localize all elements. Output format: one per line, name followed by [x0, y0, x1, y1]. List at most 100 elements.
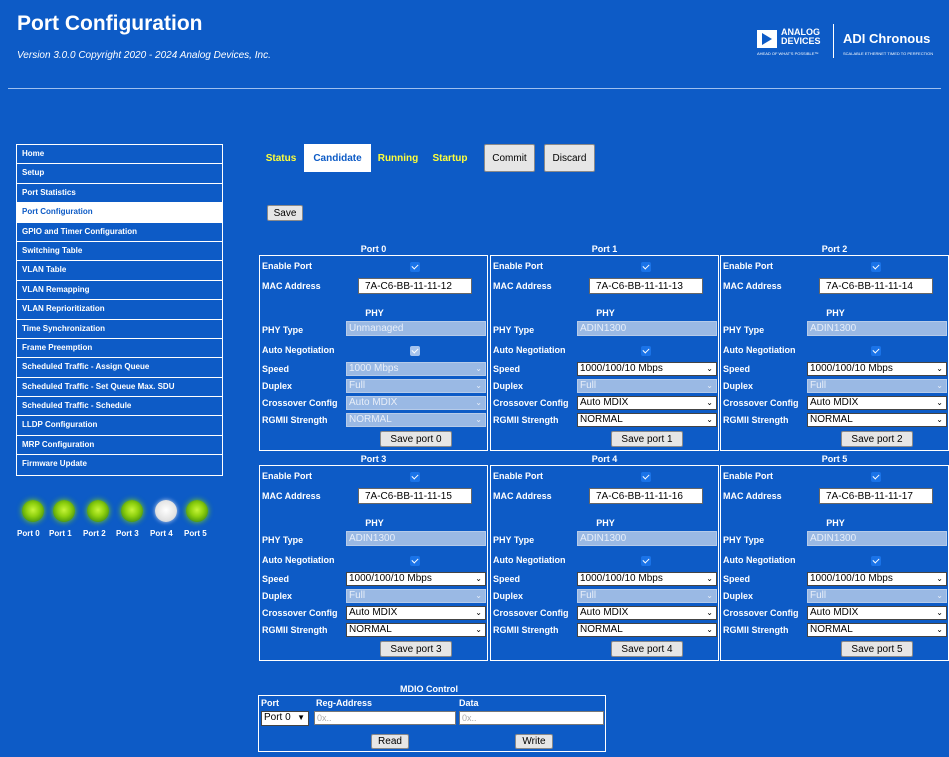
sidebar-item[interactable]: Port Statistics [17, 184, 222, 204]
mdio-control: Port Reg-Address Data Port 0 ▼ 0x.. 0x.. … [258, 695, 606, 752]
rgmii-select[interactable]: NORMAL ⌄ [346, 623, 486, 637]
commit-button[interactable]: Commit [484, 144, 535, 172]
tab-candidate[interactable]: Candidate [304, 144, 371, 172]
phy-type-field: ADIN1300 [577, 321, 717, 336]
auto-negotiation-checkbox[interactable] [871, 556, 881, 566]
tab-status[interactable]: Status [262, 144, 300, 172]
save-port-button[interactable]: Save port 3 [380, 641, 452, 657]
mac-address-input[interactable]: 7A-C6-BB-11-11-14 [819, 278, 933, 294]
speed-select[interactable]: 1000/100/10 Mbps ⌄ [346, 572, 486, 586]
crossover-select-value: Auto MDIX [580, 397, 629, 408]
enable-port-checkbox[interactable] [871, 472, 881, 482]
enable-port-checkbox[interactable] [871, 262, 881, 272]
crossover-select[interactable]: Auto MDIX ⌄ [577, 606, 717, 620]
mdio-read-button[interactable]: Read [371, 734, 409, 749]
mdio-reg-input[interactable]: 0x.. [314, 711, 456, 725]
sidebar-item[interactable]: Setup [17, 164, 222, 184]
page-title: Port Configuration [17, 12, 203, 35]
sidebar-item[interactable]: Firmware Update [17, 455, 222, 474]
mac-address-label: MAC Address [262, 491, 321, 501]
mdio-port-select[interactable]: Port 0 ▼ [261, 711, 309, 726]
rgmii-label: RGMII Strength [493, 625, 559, 635]
sidebar-item[interactable]: Switching Table [17, 242, 222, 262]
mac-address-input[interactable]: 7A-C6-BB-11-11-15 [358, 488, 472, 504]
mdio-write-button[interactable]: Write [515, 734, 553, 749]
mac-address-input[interactable]: 7A-C6-BB-11-11-12 [358, 278, 472, 294]
rgmii-select[interactable]: NORMAL ⌄ [577, 623, 717, 637]
auto-negotiation-checkbox[interactable] [871, 346, 881, 356]
speed-select[interactable]: 1000/100/10 Mbps ⌄ [807, 362, 947, 376]
enable-port-label: Enable Port [723, 471, 774, 481]
speed-select[interactable]: 1000/100/10 Mbps ⌄ [807, 572, 947, 586]
auto-negotiation-checkbox[interactable] [641, 346, 651, 356]
enable-port-label: Enable Port [493, 471, 544, 481]
chevron-down-icon: ⌄ [475, 415, 482, 424]
mac-address-input[interactable]: 7A-C6-BB-11-11-13 [589, 278, 703, 294]
rgmii-select[interactable]: NORMAL ⌄ [807, 413, 947, 427]
sidebar-item[interactable]: Scheduled Traffic - Assign Queue [17, 358, 222, 378]
duplex-select-value: Full [349, 590, 366, 601]
rgmii-label: RGMII Strength [493, 415, 559, 425]
speed-select[interactable]: 1000/100/10 Mbps ⌄ [577, 362, 717, 376]
crossover-select[interactable]: Auto MDIX ⌄ [807, 396, 947, 410]
phy-type-label: PHY Type [723, 535, 765, 545]
sidebar-item[interactable]: Frame Preemption [17, 339, 222, 359]
duplex-select-value: Full [810, 380, 827, 391]
mac-address-label: MAC Address [493, 491, 552, 501]
save-port-button[interactable]: Save port 4 [611, 641, 683, 657]
mac-address-input[interactable]: 7A-C6-BB-11-11-17 [819, 488, 933, 504]
tab-startup[interactable]: Startup [426, 144, 474, 172]
sidebar-item[interactable]: VLAN Table [17, 261, 222, 281]
crossover-select[interactable]: Auto MDIX ⌄ [807, 606, 947, 620]
enable-port-checkbox[interactable] [410, 262, 420, 272]
rgmii-select[interactable]: NORMAL ⌄ [577, 413, 717, 427]
auto-negotiation-label: Auto Negotiation [493, 555, 566, 565]
mac-address-label: MAC Address [723, 491, 782, 501]
crossover-label: Crossover Config [493, 608, 569, 618]
auto-negotiation-checkbox [410, 346, 420, 356]
auto-negotiation-label: Auto Negotiation [262, 345, 335, 355]
save-port-button[interactable]: Save port 2 [841, 431, 913, 447]
crossover-select: Auto MDIX ⌄ [346, 396, 486, 410]
speed-select[interactable]: 1000/100/10 Mbps ⌄ [577, 572, 717, 586]
chevron-down-icon: ⌄ [936, 415, 943, 424]
sidebar-item[interactable]: MRP Configuration [17, 436, 222, 456]
sidebar-item[interactable]: GPIO and Timer Configuration [17, 223, 222, 242]
mdio-data-input[interactable]: 0x.. [459, 711, 604, 725]
mac-address-input[interactable]: 7A-C6-BB-11-11-16 [589, 488, 703, 504]
save-button[interactable]: Save [267, 205, 303, 221]
enable-port-checkbox[interactable] [641, 262, 651, 272]
auto-negotiation-checkbox[interactable] [410, 556, 420, 566]
auto-negotiation-label: Auto Negotiation [262, 555, 335, 565]
discard-button[interactable]: Discard [544, 144, 595, 172]
rgmii-select-value: NORMAL [810, 624, 853, 635]
save-port-button[interactable]: Save port 0 [380, 431, 452, 447]
crossover-label: Crossover Config [723, 608, 799, 618]
speed-label: Speed [723, 574, 751, 584]
chevron-down-icon: ⌄ [475, 398, 482, 407]
save-port-button[interactable]: Save port 1 [611, 431, 683, 447]
rgmii-select[interactable]: NORMAL ⌄ [807, 623, 947, 637]
save-port-button[interactable]: Save port 5 [841, 641, 913, 657]
port-led-icon [155, 500, 177, 522]
crossover-select[interactable]: Auto MDIX ⌄ [577, 396, 717, 410]
port-led-icon [186, 500, 208, 522]
sidebar-item[interactable]: Scheduled Traffic - Schedule [17, 397, 222, 417]
auto-negotiation-checkbox[interactable] [641, 556, 651, 566]
sidebar-item[interactable]: VLAN Remapping [17, 281, 222, 301]
enable-port-checkbox[interactable] [641, 472, 651, 482]
tab-running[interactable]: Running [374, 144, 422, 172]
chevron-down-icon: ⌄ [706, 381, 713, 390]
sidebar-item[interactable]: Time Synchronization [17, 320, 222, 339]
sidebar-item[interactable]: Home [17, 145, 222, 165]
enable-port-checkbox[interactable] [410, 472, 420, 482]
rgmii-select-value: NORMAL [810, 414, 853, 425]
sidebar-item[interactable]: VLAN Reprioritization [17, 300, 222, 320]
sidebar-item[interactable]: Scheduled Traffic - Set Queue Max. SDU [17, 378, 222, 398]
sidebar-item[interactable]: LLDP Configuration [17, 416, 222, 436]
auto-negotiation-label: Auto Negotiation [723, 345, 796, 355]
sidebar-item[interactable]: Port Configuration [17, 203, 222, 223]
crossover-select[interactable]: Auto MDIX ⌄ [346, 606, 486, 620]
mdio-data-header: Data [459, 698, 479, 708]
rgmii-select-value: NORMAL [580, 624, 623, 635]
